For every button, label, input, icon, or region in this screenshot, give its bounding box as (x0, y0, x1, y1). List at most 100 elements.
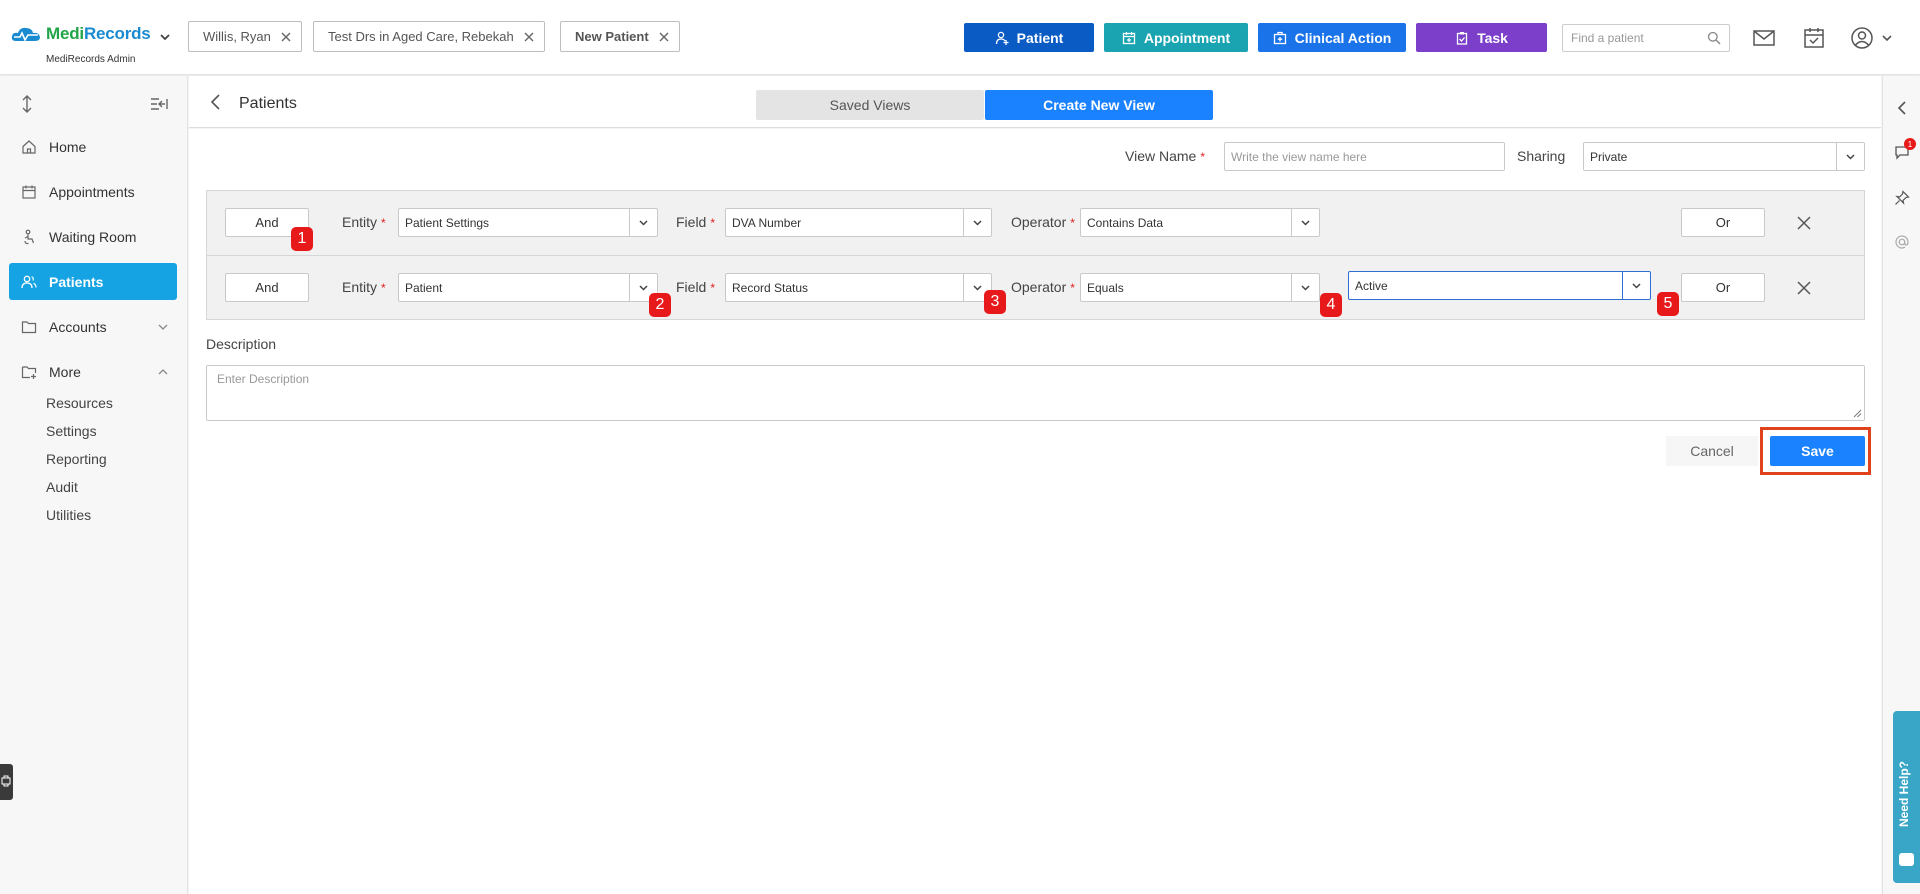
top-bar: MediRecords MediRecords Admin Willis, Ry… (0, 0, 1920, 75)
entity-value: Patient Settings (405, 216, 490, 230)
remove-rule-icon[interactable] (1796, 280, 1812, 296)
main-area: Patients Saved Views Create New View Vie… (189, 76, 1881, 894)
folder-plus-icon (21, 365, 37, 379)
sidebar-item-label: More (49, 363, 81, 380)
chevron-down-icon[interactable] (1622, 272, 1650, 299)
sidebar-item-label: Appointments (49, 183, 135, 200)
resize-grip-icon[interactable] (1853, 409, 1862, 418)
sidebar-subitem-reporting[interactable]: Reporting (46, 451, 107, 467)
remove-rule-icon[interactable] (1796, 215, 1812, 231)
or-button[interactable]: Or (1681, 208, 1765, 237)
tab-saved-views[interactable]: Saved Views (756, 90, 984, 120)
step-badge: 1 (291, 227, 313, 251)
description-textarea[interactable]: Enter Description (206, 365, 1865, 421)
at-sign-icon[interactable] (1894, 234, 1910, 250)
new-task-label: Task (1477, 29, 1508, 46)
filter-rule-row: And Entity * Patient Field * Record Status… (207, 255, 1864, 319)
sidebar-subitem-settings[interactable]: Settings (46, 423, 97, 439)
sidebar-item-more[interactable]: More (9, 353, 177, 390)
calendar-icon (22, 185, 36, 199)
description-label: Description (206, 336, 277, 352)
new-patient-label: Patient (1016, 29, 1064, 46)
new-task-button[interactable]: Task (1416, 23, 1547, 52)
close-icon[interactable] (524, 32, 534, 42)
sharing-label: Sharing (1517, 148, 1566, 164)
find-patient-input[interactable]: Find a patient (1562, 24, 1730, 52)
sidebar-subitem-resources[interactable]: Resources (46, 395, 113, 411)
sidebar-subitem-audit[interactable]: Audit (46, 479, 78, 495)
logo[interactable]: MediRecords (10, 24, 151, 44)
entity-select[interactable]: Patient (398, 273, 658, 302)
sidebar-item-home[interactable]: Home (9, 128, 177, 165)
medical-bag-icon (1273, 31, 1286, 44)
chevron-down-icon[interactable] (157, 321, 169, 333)
filter-rule-row: And Entity * Patient Settings Field * DVA … (207, 191, 1864, 255)
sidebar-item-waiting-room[interactable]: Waiting Room (9, 218, 177, 255)
page-header: Patients Saved Views Create New View (189, 76, 1881, 128)
clinical-action-button[interactable]: Clinical Action (1258, 23, 1406, 52)
step-badge: 2 (649, 293, 671, 317)
mail-icon[interactable] (1752, 26, 1776, 50)
side-drawer-handle[interactable] (0, 764, 13, 800)
chevron-down-icon[interactable] (629, 209, 657, 236)
new-patient-button[interactable]: Patient (964, 23, 1094, 52)
operator-value: Equals (1087, 281, 1124, 295)
print-icon (1, 775, 11, 787)
field-select[interactable]: Record Status (725, 273, 992, 302)
help-chat-icon (1899, 853, 1914, 866)
sidebar-item-patients[interactable]: Patients (9, 263, 177, 300)
sidebar-subitem-utilities[interactable]: Utilities (46, 507, 91, 523)
new-appointment-button[interactable]: Appointment (1104, 23, 1248, 52)
step-badge: 4 (1320, 293, 1342, 317)
patient-tab[interactable]: New Patient (560, 21, 680, 52)
sidebar-item-appointments[interactable]: Appointments (9, 173, 177, 210)
view-name-input[interactable]: Write the view name here (1224, 142, 1505, 171)
chevron-left-icon[interactable] (1894, 100, 1910, 116)
sharing-select[interactable]: Private (1583, 142, 1865, 171)
chevron-up-icon[interactable] (157, 366, 169, 378)
view-name-label: View Name * (1125, 148, 1205, 164)
account-subtitle: MediRecords Admin (46, 54, 136, 65)
sidebar-item-label: Patients (49, 273, 104, 290)
back-arrow-icon[interactable] (209, 93, 223, 111)
step-badge: 3 (984, 290, 1006, 314)
save-button[interactable]: Save (1770, 436, 1865, 466)
chevron-down-icon[interactable] (1836, 143, 1864, 170)
close-icon[interactable] (281, 32, 291, 42)
calendar-check-icon[interactable] (1802, 26, 1826, 50)
logo-text: MediRecords (46, 24, 151, 43)
sidebar: Home Appointments Waiting Room Patients … (0, 76, 188, 894)
operator-select[interactable]: Equals (1080, 273, 1320, 302)
pin-icon[interactable] (1894, 190, 1910, 206)
field-select[interactable]: DVA Number (725, 208, 992, 237)
field-value: DVA Number (732, 216, 802, 230)
patient-tab-label: New Patient (575, 29, 649, 44)
cancel-button[interactable]: Cancel (1666, 436, 1758, 466)
entity-value: Patient (405, 281, 443, 295)
search-icon[interactable] (1707, 31, 1721, 45)
waiting-room-icon (24, 229, 35, 244)
chevron-down-icon[interactable] (963, 209, 991, 236)
chevron-down-icon[interactable] (1291, 274, 1319, 301)
value-select[interactable]: Active (1348, 271, 1651, 300)
chevron-down-icon[interactable] (1291, 209, 1319, 236)
need-help-label: Need Help? (1897, 760, 1911, 827)
patient-tab[interactable]: Test Drs in Aged Care, Rebekah (313, 21, 545, 52)
close-icon[interactable] (659, 32, 669, 42)
expand-vertical-icon[interactable] (21, 94, 33, 114)
chevron-down-icon[interactable] (158, 30, 172, 44)
sidebar-item-accounts[interactable]: Accounts (9, 308, 177, 345)
need-help-tab[interactable]: Need Help? (1893, 711, 1920, 883)
operator-select[interactable]: Contains Data (1080, 208, 1320, 237)
or-button[interactable]: Or (1681, 273, 1765, 302)
notification-badge: 1 (1904, 138, 1916, 150)
entity-select[interactable]: Patient Settings (398, 208, 658, 237)
new-appointment-label: Appointment (1143, 29, 1231, 46)
patient-tab[interactable]: Willis, Ryan (188, 21, 302, 52)
users-icon (21, 275, 37, 288)
collapse-sidebar-icon[interactable] (150, 96, 168, 112)
user-account-icon[interactable] (1850, 26, 1874, 50)
chevron-down-icon[interactable] (1880, 26, 1894, 50)
tab-create-new-view[interactable]: Create New View (985, 90, 1213, 120)
and-button[interactable]: And (225, 273, 309, 302)
